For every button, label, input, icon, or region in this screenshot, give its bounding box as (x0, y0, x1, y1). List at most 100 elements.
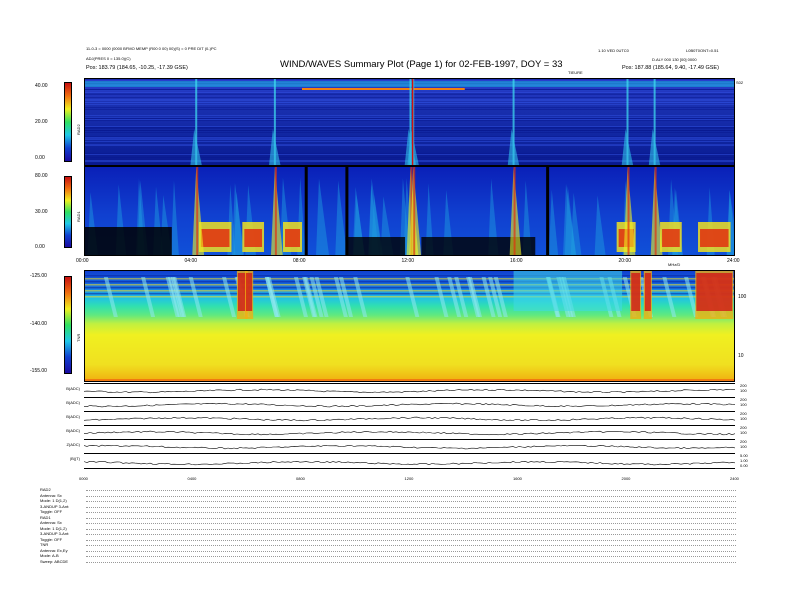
tnr-label: TNR (76, 333, 81, 342)
rad1-tick-bottom: 0.00 (35, 244, 45, 250)
header-right-line3: D.ALY 000 130 [00] 0000 (652, 57, 697, 62)
header-sublabel: TIEURE (568, 70, 583, 75)
trace-row (84, 411, 735, 424)
time-tick-label: 00:00 (76, 258, 89, 264)
settings-dotted-line (86, 545, 736, 546)
rad1-drift-streak (335, 180, 347, 255)
rad2-tick-bottom: 0.00 (35, 155, 45, 161)
rad2-red-line (411, 79, 414, 165)
tnr-bursts (85, 271, 734, 381)
settings-dotted-line (86, 501, 736, 502)
trace-time-tick: 2400 (730, 476, 739, 481)
header-right-line2: L0B0T0ONT=0.51 (686, 48, 719, 53)
settings-row: Toggle: OFF (40, 509, 63, 514)
rad2-tick-mid: 20.00 (35, 119, 48, 125)
rad2-emission-band (302, 88, 465, 90)
rad1-burst (270, 167, 283, 255)
header-left-pos: Pos: 183.79 (184.65, -10.25, -17.39 GSE) (86, 65, 188, 71)
rad2-bursts (85, 79, 734, 165)
rad1-colorbar (64, 176, 72, 248)
rad1-emission-patch (660, 222, 682, 252)
trace-line (84, 416, 735, 422)
trace-label: |B|(T) (70, 456, 80, 461)
rad1-emission-patch (698, 222, 731, 252)
rad1-burst (509, 167, 522, 255)
settings-row: Mode: 1 D(1,2) (40, 498, 67, 503)
tnr-right-tick-10: 10 (738, 353, 744, 359)
rad1-burst (650, 167, 663, 255)
trace-label: B(ADC) (66, 428, 80, 433)
trace-tick: 100 (740, 444, 747, 449)
trace-label: B(ADC) (66, 386, 80, 391)
header-right-line1: 1.10 VED 0UTC0 (598, 48, 629, 53)
settings-row: RAD1 (40, 514, 51, 520)
settings-dotted-line (86, 495, 736, 497)
trace-row (84, 425, 735, 438)
rad1-drift-streak (171, 180, 179, 255)
time-tick-label: 04:00 (184, 258, 198, 264)
trace-time-tick: 2000 (621, 476, 631, 481)
settings-row: 3-ANDUP 3-Ant: (40, 531, 70, 536)
rad1-bursts (85, 167, 734, 255)
settings-row: TNR (40, 542, 49, 547)
header-left-line2: ADJ(PRES 0 = 135.0)(C) (86, 56, 131, 61)
settings-dotted-line (86, 534, 736, 535)
rad1-tick-top: 80.00 (35, 173, 48, 179)
tnr-axis-note: MHz/D (668, 262, 681, 267)
rad1-tick-mid: 30.00 (35, 209, 48, 215)
settings-dotted-line (86, 528, 736, 530)
trace-tick: 0.00 (740, 463, 748, 468)
trace-time-tick: 0400 (187, 476, 197, 481)
settings-row: RAD2 (40, 487, 51, 492)
time-tick-label: 08:00 (293, 258, 306, 264)
settings-row: Mode: A-B (40, 553, 59, 558)
rad1-data-gap (546, 167, 550, 255)
tnr-right-tick-100: 100 (738, 294, 747, 300)
settings-dotted-line (86, 561, 736, 563)
rad1-burst (192, 167, 205, 255)
trace-tick: 100 (740, 416, 747, 421)
settings-row: Antenna: Sx (40, 492, 62, 498)
settings-dotted-line (86, 517, 736, 519)
trace-time-tick: 0800 (296, 476, 305, 481)
settings-row: Antenna: Sx (40, 520, 62, 525)
time-tick-label: 16:00 (510, 258, 523, 264)
settings-row: Toggle: OFF (40, 536, 63, 542)
tnr-colorbar (64, 276, 72, 374)
trace-line (84, 460, 735, 466)
trace-time-tick: 1600 (513, 476, 522, 481)
rad2-plot (85, 79, 734, 165)
trace-label: B(ADC) (66, 400, 80, 405)
trace-label: B(ADC) (66, 414, 80, 419)
header-right-pos: Pos: 187.88 (185.64, 9.40, -17.49 GSE) (622, 65, 719, 71)
rad1-spectrogram (84, 166, 735, 256)
tnr-emission-patch (643, 271, 652, 319)
trace-line (84, 388, 735, 394)
time-tick-label: 20:00 (618, 258, 632, 264)
trace-time-tick: 1200 (404, 476, 414, 481)
tnr-emission-patch (245, 271, 254, 319)
tnr-emission-patch (630, 271, 642, 319)
rad1-data-gap (345, 167, 349, 255)
tnr-tick-mid: -140.00 (30, 321, 47, 327)
rad1-low-level-region (85, 227, 172, 255)
settings-row: Antenna: Ex,Ey (40, 547, 68, 553)
rad1-emission-patch (242, 222, 265, 252)
trace-time-tick: 0000 (79, 476, 88, 481)
trace-line (84, 444, 735, 450)
rad2-label: RAD2 (76, 124, 81, 135)
tnr-enhanced-region (513, 271, 623, 311)
trace-row (84, 383, 735, 396)
rad1-drift-streak (316, 178, 329, 255)
settings-row: 3-ANDUP 3-Ant: (40, 503, 70, 509)
trace-label: Z(ADC) (66, 442, 80, 447)
settings-dotted-line (86, 490, 736, 491)
settings-row: Sweep: ABCDE (40, 558, 69, 564)
rad1-low-level-region (345, 237, 406, 255)
trace-row (84, 397, 735, 410)
trace-row (84, 453, 735, 469)
rad1-data-gap (304, 167, 308, 255)
tnr-tick-top: -125.00 (30, 273, 47, 279)
time-tick-label: 24:00 (727, 258, 740, 264)
settings-dotted-line (86, 556, 736, 557)
